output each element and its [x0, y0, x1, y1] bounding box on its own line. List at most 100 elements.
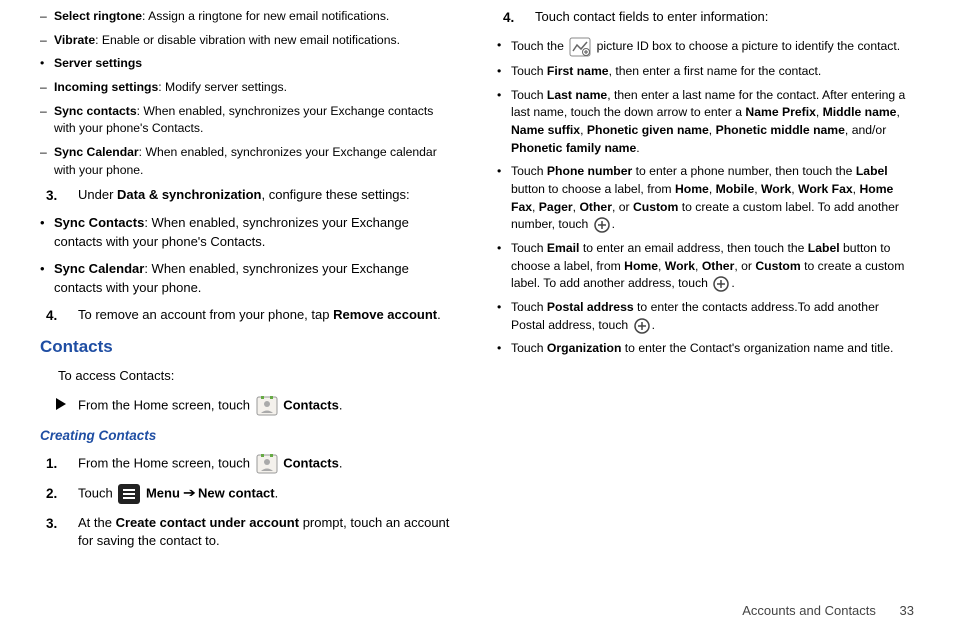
label: Contacts — [283, 455, 339, 470]
page-body: Select ringtone: Assign a ringtone for n… — [0, 0, 954, 580]
footer-section: Accounts and Contacts — [742, 603, 876, 618]
text: From the Home screen, touch — [78, 397, 254, 412]
list-item: Server settings — [40, 55, 457, 73]
label: Phone number — [547, 164, 632, 178]
numbered-list: Touch contact fields to enter informatio… — [497, 8, 914, 27]
label: First name — [547, 64, 609, 78]
text: At the — [78, 515, 116, 530]
label: Create contact under account — [116, 515, 300, 530]
text: , then enter a first name for the contac… — [609, 64, 822, 78]
label: Work Fax — [798, 182, 853, 196]
text: picture ID box to choose a picture to id… — [597, 39, 901, 53]
label: Work — [761, 182, 791, 196]
text: : Enable or disable vibration with new e… — [95, 33, 400, 47]
list-item: Incoming settings: Modify server setting… — [40, 79, 457, 97]
label: Postal address — [547, 300, 634, 314]
contacts-icon — [256, 396, 278, 416]
label: Custom — [755, 259, 800, 273]
step-2: Touch Menu ➔ New contact. — [40, 484, 457, 504]
text: , — [580, 123, 587, 137]
text: , or — [612, 200, 633, 214]
text: Touch — [511, 241, 547, 255]
list-item: Touch Email to enter an email address, t… — [497, 240, 914, 293]
label: Incoming settings — [54, 80, 158, 94]
text: , or — [734, 259, 755, 273]
list-item: Touch the picture ID box to choose a pic… — [497, 37, 914, 57]
label: Label — [808, 241, 840, 255]
bullet-list: Sync Contacts: When enabled, synchronize… — [40, 214, 457, 297]
text: to enter a phone number, then touch the — [632, 164, 856, 178]
text: . — [339, 455, 343, 470]
label: Middle name — [823, 105, 897, 119]
label: Pager — [539, 200, 573, 214]
label: Remove account — [333, 307, 437, 322]
text: button to choose a label, from — [511, 182, 675, 196]
label: Menu — [146, 485, 180, 500]
text: . — [731, 276, 734, 290]
step-1: From the Home screen, touch Contacts. — [40, 454, 457, 474]
text: to enter an email address, then touch th… — [579, 241, 807, 255]
contacts-heading: Contacts — [40, 335, 457, 360]
list-item: Vibrate: Enable or disable vibration wit… — [40, 32, 457, 50]
label: Server settings — [54, 56, 142, 70]
label: Sync Calendar — [54, 145, 139, 159]
text: . — [339, 397, 343, 412]
text: , — [896, 105, 899, 119]
numbered-list: From the Home screen, touch Contacts. To… — [40, 454, 457, 552]
footer-page-number: 33 — [900, 603, 914, 618]
label: Phonetic given name — [587, 123, 709, 137]
text: , — [532, 200, 539, 214]
list-item: Touch Last name, then enter a last name … — [497, 87, 914, 158]
plus-icon — [634, 318, 650, 334]
numbered-list: Under Data & synchronization, configure … — [40, 186, 457, 205]
list-item: Sync Calendar: When enabled, synchronize… — [40, 260, 457, 298]
text: Touch — [511, 64, 547, 78]
label: Sync contacts — [54, 104, 137, 118]
label: Home — [624, 259, 658, 273]
creating-contacts-heading: Creating Contacts — [40, 426, 457, 446]
text: . — [437, 307, 441, 322]
text: , — [709, 182, 716, 196]
arrow-step: From the Home screen, touch Contacts. — [40, 396, 457, 416]
list-item: Sync Contacts: When enabled, synchronize… — [40, 214, 457, 252]
dash-list: Incoming settings: Modify server setting… — [40, 79, 457, 179]
picture-id-icon — [569, 37, 591, 57]
text: From the Home screen, touch — [78, 455, 254, 470]
label: Data & synchronization — [117, 187, 261, 202]
label: Other — [702, 259, 735, 273]
label: Sync Calendar — [54, 261, 144, 276]
plus-icon — [594, 217, 610, 233]
text: , and/or — [845, 123, 886, 137]
bullet-list: Touch the picture ID box to choose a pic… — [497, 37, 914, 358]
dash-list: Select ringtone: Assign a ringtone for n… — [40, 8, 457, 49]
step-4r: Touch contact fields to enter informatio… — [497, 8, 914, 27]
text: , — [754, 182, 761, 196]
text: to enter the Contact's organization name… — [621, 341, 893, 355]
triangle-icon — [56, 398, 66, 410]
label: Contacts — [283, 397, 339, 412]
label: Work — [665, 259, 695, 273]
text: , — [709, 123, 716, 137]
list-item: Touch Postal address to enter the contac… — [497, 299, 914, 334]
text: . — [275, 485, 279, 500]
list-item: Touch Organization to enter the Contact'… — [497, 340, 914, 358]
label: Select ringtone — [54, 9, 142, 23]
label: Mobile — [716, 182, 755, 196]
text: . — [636, 141, 639, 155]
list-item: Touch Phone number to enter a phone numb… — [497, 163, 914, 234]
label: Other — [579, 200, 612, 214]
label: Label — [856, 164, 888, 178]
left-column: Select ringtone: Assign a ringtone for n… — [40, 8, 457, 580]
text: Touch — [511, 300, 547, 314]
list-item: Sync Calendar: When enabled, synchronize… — [40, 144, 457, 179]
text: : Modify server settings. — [158, 80, 287, 94]
text: To remove an account from your phone, ta… — [78, 307, 333, 322]
text: . — [652, 318, 655, 332]
text: Touch — [78, 485, 116, 500]
list-item: Touch First name, then enter a first nam… — [497, 63, 914, 81]
numbered-list: To remove an account from your phone, ta… — [40, 306, 457, 325]
text: Touch contact fields to enter informatio… — [535, 9, 768, 24]
text: , — [695, 259, 702, 273]
label: Name Prefix — [745, 105, 815, 119]
text: . — [612, 217, 615, 231]
